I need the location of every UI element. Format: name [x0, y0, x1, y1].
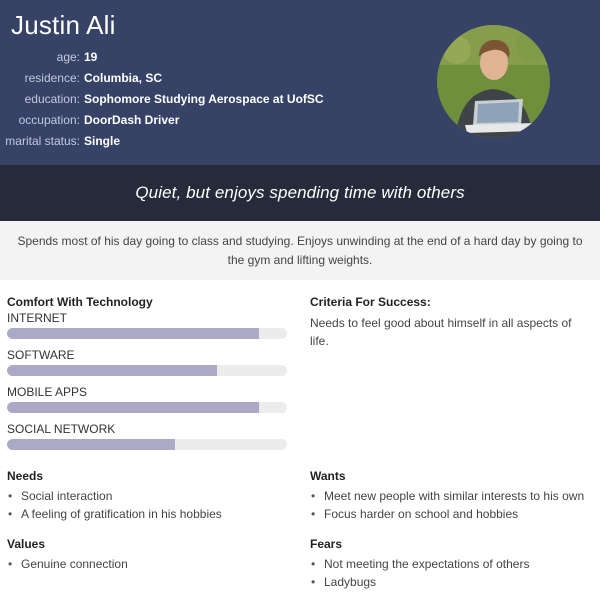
fact-value: DoorDash Driver: [84, 112, 180, 127]
persona-facts: age: 19 residence: Columbia, SC educatio…: [0, 46, 324, 151]
needs-list: Social interaction A feeling of gratific…: [7, 487, 287, 523]
avatar: [437, 25, 550, 138]
technology-title: Comfort With Technology: [7, 295, 153, 309]
fact-value: 19: [84, 49, 98, 64]
tech-label: SOCIAL NETWORK: [7, 422, 116, 436]
fact-value: Single: [84, 133, 121, 148]
tech-bar-fill: [7, 402, 259, 413]
persona-header: Justin Ali age: 19 residence: Columbia, …: [0, 0, 600, 165]
tech-bar-fill: [7, 328, 259, 339]
tech-bar-fill: [7, 439, 175, 450]
tech-bar-fill: [7, 365, 217, 376]
fact-value: Sophomore Studying Aerospace at UofSC: [84, 91, 324, 106]
wants-list: Meet new people with similar interests t…: [310, 487, 590, 523]
wants-section: Wants Meet new people with similar inter…: [310, 469, 590, 523]
tech-bar-track: [7, 365, 287, 376]
values-title: Values: [7, 537, 46, 551]
tech-bar-track: [7, 328, 287, 339]
persona-name: Justin Ali: [11, 10, 116, 40]
list-item: Focus harder on school and hobbies: [310, 505, 590, 523]
list-item: Social interaction: [7, 487, 287, 505]
fact-label: marital status:: [5, 133, 80, 148]
fact-value: Columbia, SC: [84, 70, 163, 85]
tech-item-social-network: SOCIAL NETWORK: [7, 421, 287, 450]
tech-label: INTERNET: [7, 311, 67, 325]
persona-summary: Spends most of his day going to class an…: [17, 233, 583, 267]
person-with-laptop-photo: [437, 25, 550, 138]
tech-item-mobile-apps: MOBILE APPS: [7, 384, 287, 413]
list-item: Ladybugs: [310, 573, 590, 591]
wants-title: Wants: [310, 469, 346, 483]
fact-age: age: 19: [0, 46, 324, 67]
tech-bar-track: [7, 439, 287, 450]
fact-occupation: occupation: DoorDash Driver: [0, 109, 324, 130]
needs-section: Needs Social interaction A feeling of gr…: [7, 469, 287, 523]
fact-label: education:: [24, 91, 80, 106]
list-item: Meet new people with similar interests t…: [310, 487, 590, 505]
list-item: Genuine connection: [7, 555, 287, 573]
list-item: A feeling of gratification in his hobbie…: [7, 505, 287, 523]
technology-section: Comfort With Technology INTERNET SOFTWAR…: [7, 295, 287, 458]
fact-label: age:: [56, 49, 80, 64]
values-section: Values Genuine connection: [7, 537, 287, 573]
fact-education: education: Sophomore Studying Aerospace …: [0, 88, 324, 109]
criteria-section: Criteria For Success: Needs to feel good…: [310, 295, 590, 350]
list-item: Not meeting the expectations of others: [310, 555, 590, 573]
needs-title: Needs: [7, 469, 44, 483]
fact-residence: residence: Columbia, SC: [0, 67, 324, 88]
tech-label: SOFTWARE: [7, 348, 75, 362]
fact-marital-status: marital status: Single: [0, 130, 324, 151]
tech-bar-track: [7, 402, 287, 413]
fears-section: Fears Not meeting the expectations of ot…: [310, 537, 590, 591]
fact-label: occupation:: [18, 112, 80, 127]
quote-band: Quiet, but enjoys spending time with oth…: [0, 165, 600, 221]
fact-label: residence:: [24, 70, 80, 85]
fears-title: Fears: [310, 537, 343, 551]
summary-band: Spends most of his day going to class an…: [0, 221, 600, 280]
tech-item-software: SOFTWARE: [7, 347, 287, 376]
values-list: Genuine connection: [7, 555, 287, 573]
criteria-text: Needs to feel good about himself in all …: [310, 316, 572, 348]
persona-quote: Quiet, but enjoys spending time with oth…: [135, 183, 465, 202]
fears-list: Not meeting the expectations of others L…: [310, 555, 590, 591]
tech-item-internet: INTERNET: [7, 310, 287, 339]
criteria-title: Criteria For Success:: [310, 295, 431, 309]
tech-label: MOBILE APPS: [7, 385, 88, 399]
